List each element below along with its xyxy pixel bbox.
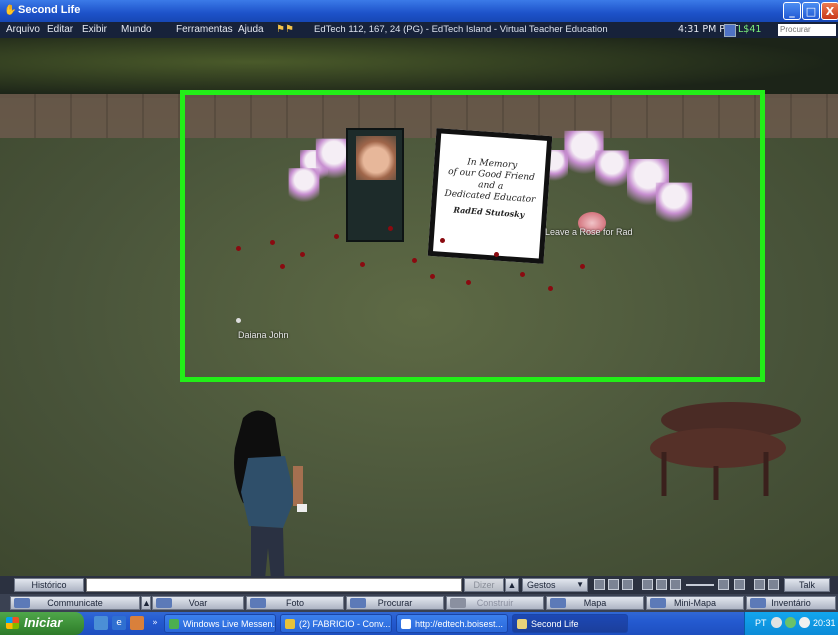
show-desktop-icon[interactable] bbox=[94, 616, 108, 630]
close-button[interactable]: X bbox=[821, 2, 838, 20]
gestures-dropdown[interactable]: Gestos ▼ bbox=[522, 578, 588, 592]
volume-icon[interactable] bbox=[799, 617, 810, 628]
minimap-button[interactable]: Mini-Mapa bbox=[646, 596, 744, 610]
balance[interactable]: L$41 bbox=[738, 24, 761, 35]
speaker-icon[interactable] bbox=[718, 579, 729, 590]
task-label: Second Life bbox=[531, 619, 579, 629]
menu-editar[interactable]: Editar bbox=[47, 24, 73, 35]
network-icon[interactable] bbox=[785, 617, 796, 628]
start-label: Iniciar bbox=[24, 615, 63, 630]
menu-mundo[interactable]: Mundo bbox=[121, 24, 152, 35]
music-icon[interactable] bbox=[642, 579, 653, 590]
stop-icon[interactable] bbox=[622, 579, 633, 590]
bottom-toolbar: Communicate ▲ Voar Foto Procurar Constru… bbox=[0, 594, 838, 612]
minimap-label: Mini-Mapa bbox=[673, 598, 716, 608]
chat-input[interactable] bbox=[86, 578, 462, 592]
conversation-icon bbox=[285, 619, 295, 629]
inventory-label: Inventário bbox=[771, 598, 811, 608]
second-life-icon bbox=[517, 619, 527, 629]
inventory-button[interactable]: Inventário bbox=[746, 596, 836, 610]
media-icon[interactable] bbox=[594, 579, 605, 590]
buy-currency-icon[interactable] bbox=[724, 24, 736, 37]
taskbar-clock: 20:31 bbox=[813, 618, 836, 628]
map-button[interactable]: Mapa bbox=[546, 596, 644, 610]
map-label: Mapa bbox=[583, 598, 607, 608]
taskbar-item-conversation[interactable]: (2) FABRICIO - Conv... bbox=[280, 614, 392, 633]
internet-explorer-icon[interactable]: e bbox=[112, 616, 126, 630]
title-bar: ✋ Second Life _ □ X bbox=[0, 0, 838, 22]
trees-background bbox=[0, 38, 838, 98]
windows-taskbar: Iniciar e » Windows Live Messen... (2) F… bbox=[0, 612, 838, 635]
communicate-arrow-icon[interactable]: ▲ bbox=[141, 596, 151, 610]
expand-icon[interactable] bbox=[734, 579, 745, 590]
second-life-hand-icon: ✋ bbox=[4, 5, 17, 16]
say-options-arrow-icon[interactable]: ▲ bbox=[505, 578, 519, 592]
maximize-button[interactable]: □ bbox=[802, 2, 820, 20]
taskbar-item-second-life[interactable]: Second Life bbox=[512, 614, 628, 633]
communicate-button[interactable]: Communicate bbox=[10, 596, 140, 610]
talk-button[interactable]: Talk bbox=[784, 578, 830, 592]
media-player-icon[interactable] bbox=[130, 616, 144, 630]
menu-bar: Arquivo Editar Exibir Mundo Ferramentas … bbox=[0, 22, 838, 38]
group-icon[interactable] bbox=[768, 579, 779, 590]
menu-arquivo[interactable]: Arquivo bbox=[6, 24, 40, 35]
language-indicator[interactable]: PT bbox=[755, 618, 767, 628]
play-icon[interactable] bbox=[608, 579, 619, 590]
bench[interactable] bbox=[646, 400, 806, 500]
build-label: Construir bbox=[476, 598, 514, 608]
minimize-button[interactable]: _ bbox=[783, 2, 801, 20]
snapshot-button[interactable]: Foto bbox=[246, 596, 344, 610]
menu-ajuda[interactable]: Ajuda bbox=[238, 24, 264, 35]
communicate-label: Communicate bbox=[47, 598, 103, 608]
task-label: (2) FABRICIO - Conv... bbox=[299, 619, 391, 629]
snapshot-label: Foto bbox=[285, 598, 304, 608]
say-button[interactable]: Dizer bbox=[464, 578, 504, 592]
fly-label: Voar bbox=[188, 598, 208, 608]
quicklaunch-more-icon[interactable]: » bbox=[148, 616, 162, 630]
gestures-label: Gestos bbox=[527, 580, 556, 590]
taskbar-item-messenger[interactable]: Windows Live Messen... bbox=[164, 614, 276, 633]
task-label: Windows Live Messen... bbox=[183, 619, 276, 629]
search-input[interactable] bbox=[778, 24, 836, 36]
search-label: Procurar bbox=[377, 598, 413, 608]
chevron-down-icon: ▼ bbox=[576, 580, 584, 589]
back-arrow-icon[interactable] bbox=[771, 617, 782, 628]
messenger-icon bbox=[169, 619, 179, 629]
system-tray: PT 20:31 bbox=[744, 612, 838, 635]
search-button[interactable]: Procurar bbox=[346, 596, 444, 610]
menu-exibir[interactable]: Exibir bbox=[82, 24, 107, 35]
highlight-frame bbox=[180, 90, 765, 382]
volume-slider[interactable] bbox=[686, 584, 714, 586]
location-info[interactable]: EdTech 112, 167, 24 (PG) - EdTech Island… bbox=[314, 24, 608, 35]
task-label: http://edtech.boisest... bbox=[415, 619, 504, 629]
history-button[interactable]: Histórico bbox=[14, 578, 84, 592]
window-title: Second Life bbox=[18, 4, 81, 16]
play-music-icon[interactable] bbox=[656, 579, 667, 590]
start-button[interactable]: Iniciar bbox=[0, 612, 84, 635]
voice-settings-icon[interactable] bbox=[754, 579, 765, 590]
windows-logo-icon bbox=[6, 617, 19, 629]
chat-bar: Histórico Dizer ▲ Gestos ▼ Talk bbox=[0, 576, 838, 594]
build-button: Construir bbox=[446, 596, 544, 610]
fly-button[interactable]: Voar bbox=[152, 596, 244, 610]
taskbar-item-browser[interactable]: http://edtech.boisest... bbox=[396, 614, 508, 633]
menu-ferramentas[interactable]: Ferramentas bbox=[176, 24, 233, 35]
parcel-flags-icon[interactable]: ⚑⚑ bbox=[276, 24, 294, 35]
world-viewport[interactable]: In Memory of our Good Friend and a Dedic… bbox=[0, 38, 838, 576]
browser-icon bbox=[401, 619, 411, 629]
stop-music-icon[interactable] bbox=[670, 579, 681, 590]
avatar[interactable] bbox=[213, 408, 323, 576]
